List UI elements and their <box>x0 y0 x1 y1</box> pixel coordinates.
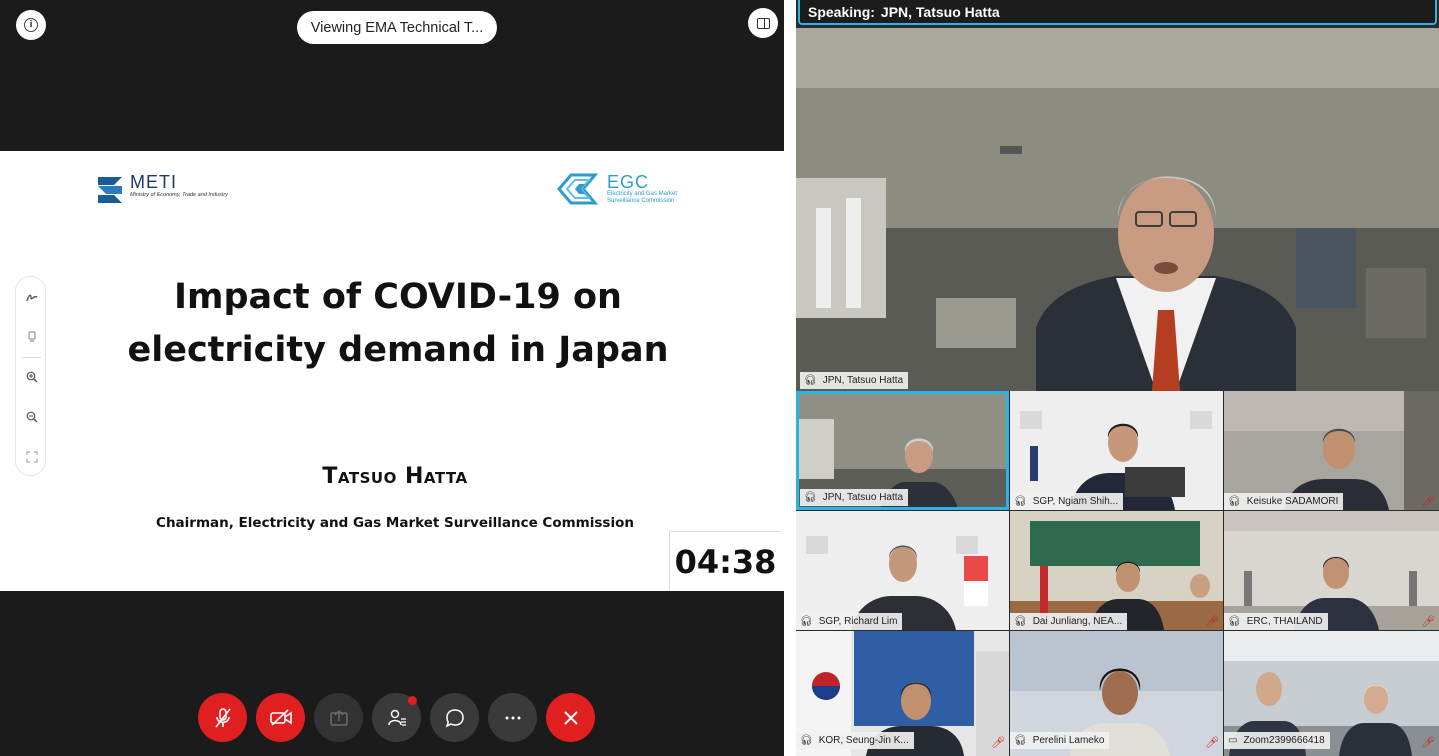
mic-muted-icon: 🎤︎ <box>1421 495 1435 508</box>
participant-tile[interactable]: 🎧︎ JPN, Tatsuo Hatta <box>796 391 1009 510</box>
participant-name-tag: 🎧︎ ERC, THAILAND <box>1224 613 1328 630</box>
participant-name: SGP, Ngiam Shih... <box>1032 496 1119 507</box>
share-icon <box>329 709 348 726</box>
participant-name-tag: 🎧︎ KOR, Seung-Jin K... <box>796 732 914 749</box>
presentation-slide: METI Ministry of Economy, Trade and Indu… <box>0 151 784 591</box>
participant-name: Zoom2399666418 <box>1243 735 1325 746</box>
headset-icon: 🎧︎ <box>1228 616 1241 627</box>
mic-muted-icon: 🎤︎ <box>1421 736 1435 749</box>
viewing-share-label[interactable]: Viewing EMA Technical T... <box>297 11 497 44</box>
participants-button[interactable] <box>372 693 421 742</box>
participant-name: Keisuke SADAMORI <box>1246 496 1339 507</box>
meti-mark-icon <box>94 173 126 207</box>
headset-icon: 🎧︎ <box>804 492 817 503</box>
meti-name: METI <box>130 172 177 192</box>
video-button[interactable] <box>256 693 305 742</box>
participant-tile[interactable]: ▭ Zoom2399666418 🎤︎ <box>1224 631 1439 756</box>
participant-name-tag: ▭ Zoom2399666418 <box>1224 732 1330 749</box>
active-speaker-name: JPN, Tatsuo Hatta <box>822 375 904 386</box>
slide-author: Tatsuo Hatta <box>322 464 468 489</box>
pane-divider[interactable] <box>784 0 796 756</box>
mic-muted-icon <box>214 707 231 727</box>
panel-layout-icon <box>756 17 770 29</box>
annotation-toolbar <box>15 276 46 476</box>
active-speaker-video[interactable]: 🎧︎ JPN, Tatsuo Hatta <box>796 28 1439 391</box>
video-panel: Speaking: JPN, Tatsuo Hatta 🎧︎ JPN, Tats… <box>796 0 1439 756</box>
end-call-button[interactable] <box>546 693 595 742</box>
meti-subtitle: Ministry of Economy, Trade and Industry <box>130 192 228 198</box>
headset-icon: 🎧︎ <box>1228 496 1241 507</box>
participant-name: Perelini Lameko <box>1032 735 1105 746</box>
computer-audio-icon: ▭ <box>1228 735 1238 746</box>
headset-icon: 🎧︎ <box>804 375 817 386</box>
end-call-icon <box>563 710 578 725</box>
headset-icon: 🎧︎ <box>1014 735 1027 746</box>
speaking-name: JPN, Tatsuo Hatta <box>880 3 1000 20</box>
participant-tile[interactable]: 🎧︎ Keisuke SADAMORI 🎤︎ <box>1224 391 1439 510</box>
participant-name-tag: 🎧︎ SGP, Richard Lim <box>796 613 903 630</box>
participant-tile[interactable]: 🎧︎ Perelini Lameko 🎤︎ <box>1010 631 1223 756</box>
notification-dot <box>408 696 417 705</box>
more-button[interactable] <box>488 693 537 742</box>
participant-name-tag: 🎧︎ Perelini Lameko <box>1010 732 1110 749</box>
egc-name: EGC <box>607 172 650 192</box>
headset-icon: 🎧︎ <box>1014 496 1027 507</box>
egc-mark-icon <box>557 171 607 207</box>
info-icon: i <box>24 18 38 32</box>
mic-muted-icon: 🎤︎ <box>1205 736 1219 749</box>
slide-title-line1: Impact of COVID-19 on <box>174 277 622 317</box>
video-off-icon <box>269 708 292 726</box>
pen-icon[interactable] <box>16 286 47 310</box>
participant-name: Dai Junliang, NEA... <box>1032 616 1123 627</box>
chat-icon <box>445 708 464 727</box>
mic-muted-icon: 🎤︎ <box>991 736 1005 749</box>
panel-layout-button[interactable] <box>748 8 778 38</box>
share-button[interactable] <box>314 693 363 742</box>
eraser-icon[interactable] <box>16 325 47 349</box>
active-speaker-name-tag: 🎧︎ JPN, Tatsuo Hatta <box>800 372 909 389</box>
fit-screen-icon[interactable] <box>16 445 47 469</box>
mic-muted-icon: 🎤︎ <box>1205 615 1219 628</box>
slide-author-role: Chairman, Electricity and Gas Market Sur… <box>156 515 634 531</box>
active-speaker-video-frame <box>796 28 1439 391</box>
participant-tile[interactable]: 🎧︎ SGP, Ngiam Shih... <box>1010 391 1223 510</box>
meeting-window: i Viewing EMA Technical T... METI Minist… <box>0 0 1439 756</box>
participant-name-tag: 🎧︎ Keisuke SADAMORI <box>1224 493 1344 510</box>
mic-muted-icon: 🎤︎ <box>1421 615 1435 628</box>
participant-name-tag: 🎧︎ SGP, Ngiam Shih... <box>1010 493 1124 510</box>
participant-name-tag: 🎧︎ JPN, Tatsuo Hatta <box>800 489 909 506</box>
shared-content-area: i Viewing EMA Technical T... METI Minist… <box>0 0 784 756</box>
countdown-timer: 04:38 <box>669 531 781 591</box>
active-speaker-bar: Speaking: JPN, Tatsuo Hatta <box>798 0 1437 25</box>
slide-title-line2: electricity demand in Japan <box>127 330 669 370</box>
participant-name: ERC, THAILAND <box>1246 616 1323 627</box>
participant-tile[interactable]: 🎧︎ Dai Junliang, NEA... 🎤︎ <box>1010 511 1223 630</box>
participant-tile[interactable]: 🎧︎ ERC, THAILAND 🎤︎ <box>1224 511 1439 630</box>
participant-tile[interactable]: 🎧︎ KOR, Seung-Jin K... 🎤︎ <box>796 631 1009 756</box>
participant-name: JPN, Tatsuo Hatta <box>822 492 904 503</box>
zoom-in-icon[interactable] <box>16 365 47 389</box>
headset-icon: 🎧︎ <box>800 735 813 746</box>
zoom-out-icon[interactable] <box>16 405 47 429</box>
egc-logo: EGC Electricity and Gas Market Surveilla… <box>557 171 687 207</box>
participants-icon <box>387 709 406 726</box>
speaking-label: Speaking: <box>808 3 875 20</box>
mute-button[interactable] <box>198 693 247 742</box>
chat-button[interactable] <box>430 693 479 742</box>
participant-name: SGP, Richard Lim <box>818 616 898 627</box>
egc-subtitle: Electricity and Gas Market Surveillance … <box>607 191 678 204</box>
participant-tile[interactable]: 🎧︎ SGP, Richard Lim <box>796 511 1009 630</box>
participant-name: KOR, Seung-Jin K... <box>818 735 909 746</box>
participant-name-tag: 🎧︎ Dai Junliang, NEA... <box>1010 613 1128 630</box>
info-button[interactable]: i <box>16 10 46 40</box>
slide-title: Impact of COVID-19 on electricity demand… <box>0 271 796 377</box>
toolbar-divider <box>22 357 41 358</box>
headset-icon: 🎧︎ <box>800 616 813 627</box>
more-icon <box>505 716 520 719</box>
headset-icon: 🎧︎ <box>1014 616 1027 627</box>
meti-logo: METI Ministry of Economy, Trade and Indu… <box>94 173 228 207</box>
